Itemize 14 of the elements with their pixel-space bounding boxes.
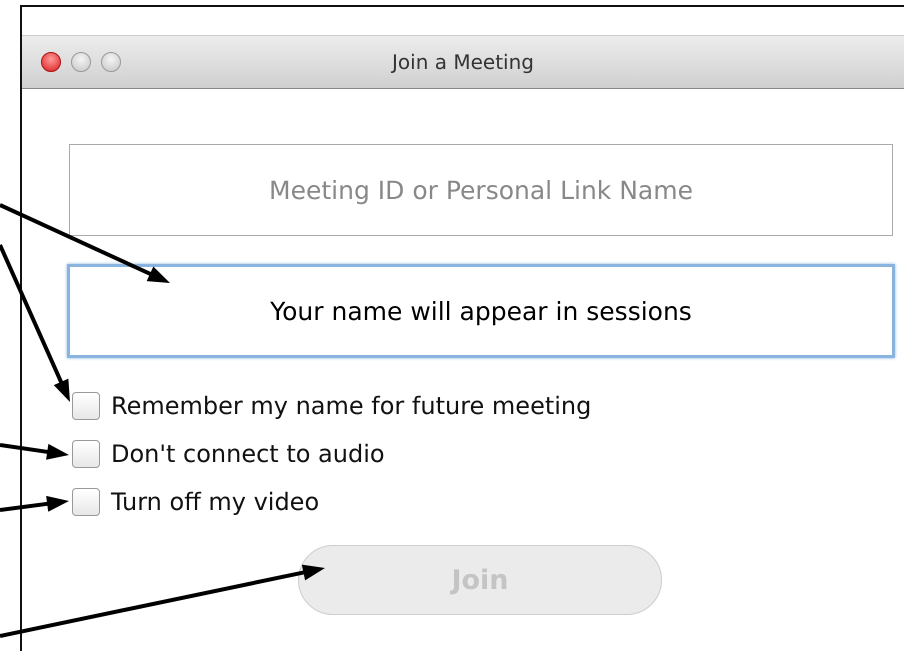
annotation-arrow bbox=[0, 496, 69, 512]
checkbox[interactable] bbox=[72, 440, 100, 468]
close-icon[interactable] bbox=[41, 52, 61, 72]
annotation-arrow bbox=[0, 443, 69, 460]
zoom-icon[interactable] bbox=[101, 52, 121, 72]
checkbox[interactable] bbox=[72, 392, 100, 420]
checkbox-label: Don't connect to audio bbox=[111, 440, 385, 468]
checkbox-label: Remember my name for future meeting bbox=[111, 392, 592, 420]
name-field[interactable]: Your name will appear in sessions bbox=[67, 264, 895, 358]
checkbox[interactable] bbox=[72, 488, 100, 516]
meeting-id-field[interactable]: Meeting ID or Personal Link Name bbox=[69, 144, 893, 236]
minimize-icon[interactable] bbox=[71, 52, 91, 72]
window-title: Join a Meeting bbox=[392, 50, 534, 74]
checkbox-label: Turn off my video bbox=[111, 488, 320, 516]
